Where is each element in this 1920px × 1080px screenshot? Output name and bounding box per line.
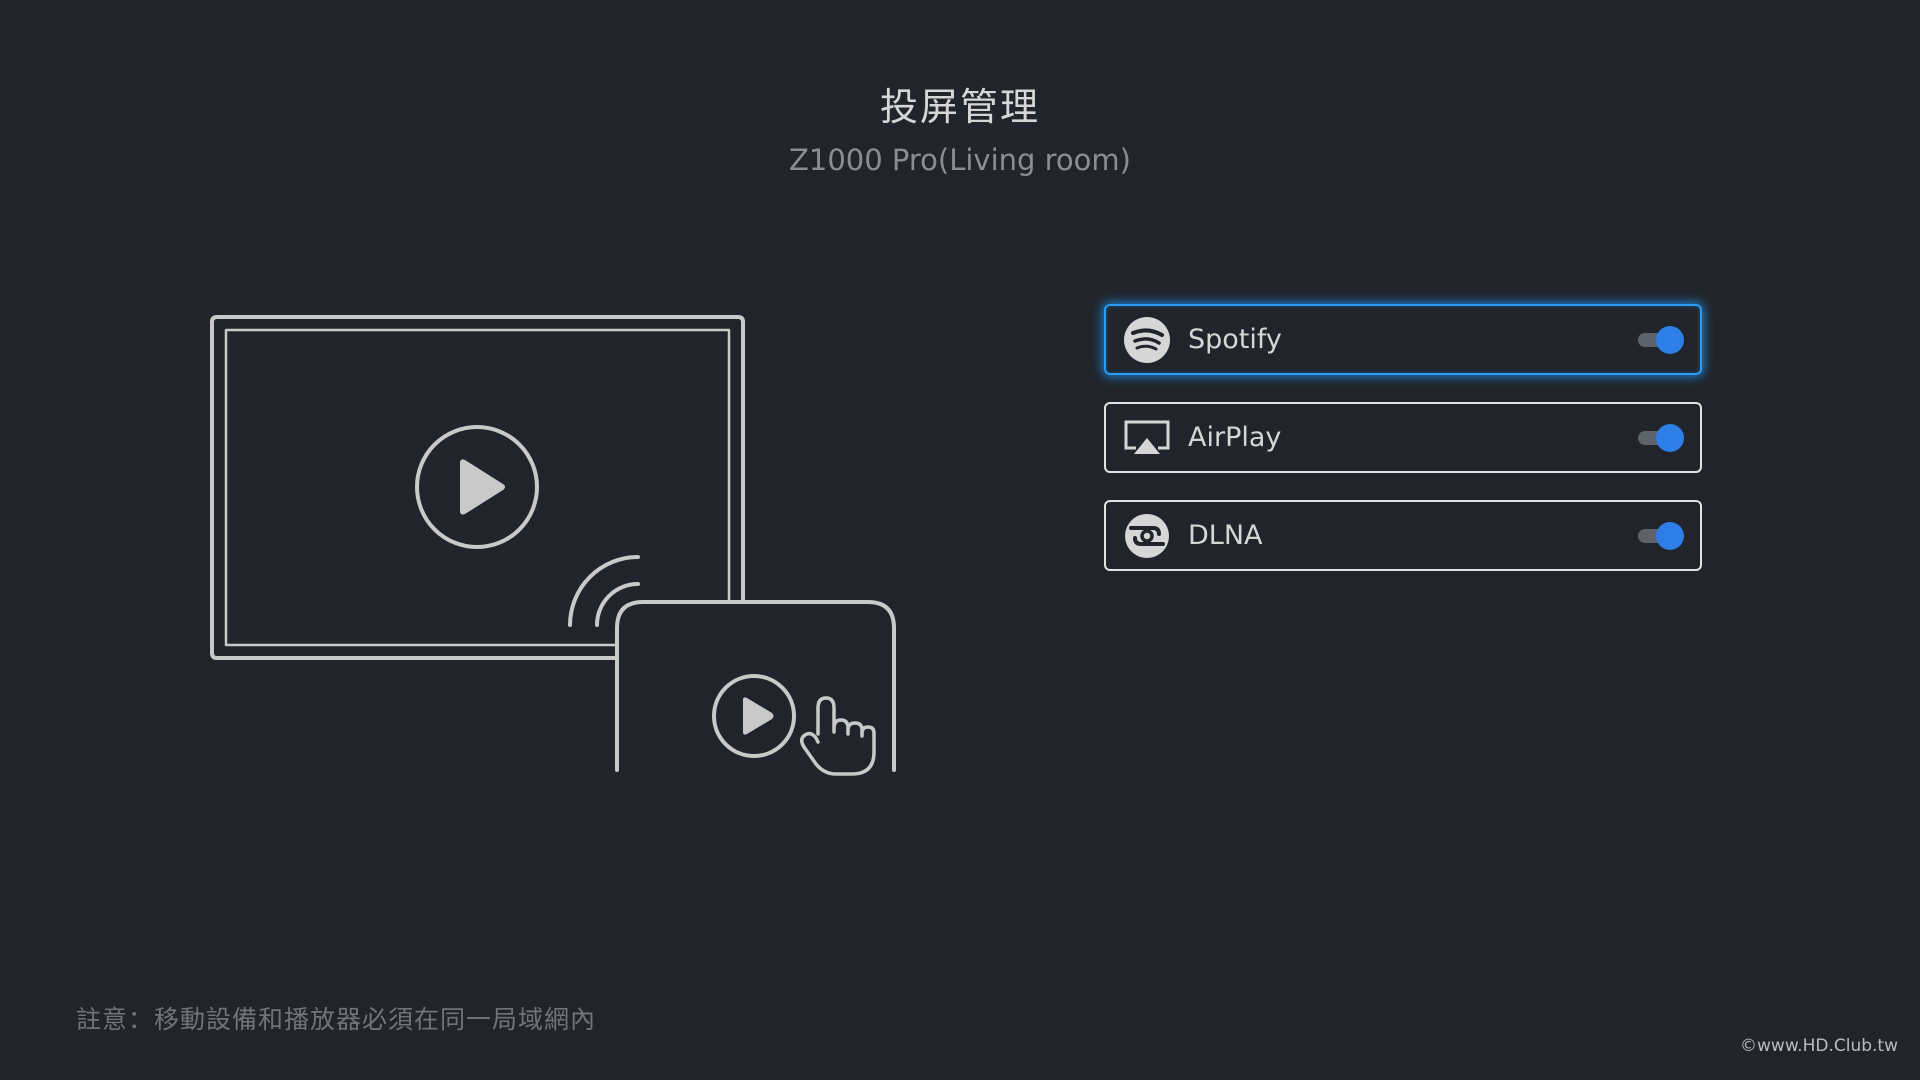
tv-play-triangle [460,459,505,515]
hand-pointer [800,696,876,776]
service-item-spotify[interactable]: Spotify [1104,304,1702,375]
network-note: 註意：移動設備和播放器必須在同一局域網內 [76,1005,597,1034]
device-name: Z1000 Pro(Living room) [789,143,1131,177]
phone-play-triangle [743,697,774,735]
screen-mirroring-page: 投屏管理 Z1000 Pro(Living room) Spotify AirP… [0,0,1920,1080]
watermark: ©www.HD.Club.tw [1740,1036,1898,1056]
spotify-toggle[interactable] [1636,324,1686,356]
toggle-knob [1656,423,1684,452]
casting-illustration [210,315,896,776]
service-item-dlna[interactable]: DLNA [1104,500,1702,571]
service-label: DLNA [1188,520,1263,551]
spotify-icon [1122,315,1172,365]
airplay-icon [1122,413,1172,463]
page-title: 投屏管理 [879,85,1040,129]
dlna-icon [1122,511,1172,561]
cast-wave-outer [568,555,640,627]
cast-services-list: Spotify AirPlay DLNA [1104,304,1702,598]
toggle-knob [1656,521,1684,550]
service-label: AirPlay [1188,422,1282,453]
service-label: Spotify [1188,324,1282,355]
toggle-knob [1656,325,1684,354]
service-item-airplay[interactable]: AirPlay [1104,402,1702,473]
airplay-toggle[interactable] [1636,422,1686,454]
dlna-toggle[interactable] [1636,520,1686,552]
phone-outline [615,600,896,772]
